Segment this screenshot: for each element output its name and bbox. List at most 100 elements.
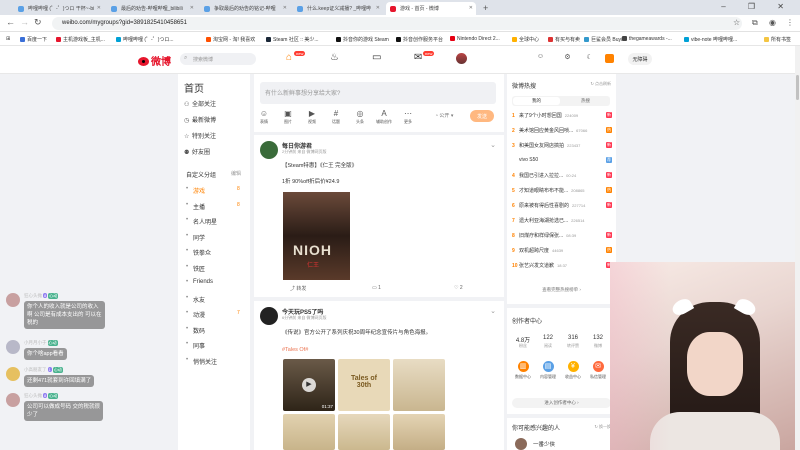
nav-group-item[interactable]: • 数码 [186,326,205,335]
browser-tab-active[interactable]: 游戏 - 首页 - 微博 ✕ [386,2,476,15]
custom-group-edit[interactable]: 编辑 [231,170,241,177]
nav-group-item[interactable]: • 游戏 [186,186,205,195]
hot-icon[interactable]: ♨ [330,52,339,63]
video-icon[interactable]: ▭ [372,52,381,63]
nav-group-item[interactable]: • 悄悄关注 [186,357,217,366]
chevron-down-icon[interactable]: ⌄ [490,307,496,315]
browser-tab[interactable]: 最后的劝告-哔哩哔哩_bilibili ✕ [107,2,197,15]
bookmark-star-icon[interactable]: ☆ [733,18,740,27]
hot-search-item[interactable]: 2 美术馆回应黄金风回唢... 67066 热 [512,127,612,134]
content-manage-button[interactable]: ▤ 内容管理 [537,361,559,380]
bookmark-item[interactable]: 巨鲨会员 Buyin [584,36,625,43]
send-button[interactable]: 发送 [470,110,494,122]
home-icon[interactable]: ⌂ [286,52,292,63]
more-tool[interactable]: ⋯ 更多 [398,109,418,125]
person-avatar[interactable] [515,438,527,450]
close-tab-icon[interactable]: ✕ [469,5,473,11]
author-avatar[interactable] [260,307,278,325]
nav-latest[interactable]: ◷ 最新微博 [184,115,216,124]
browser-tab[interactable]: 什么.keep证义减播? _哔哩哔 ✕ [293,2,383,15]
bookmark-item[interactable]: vibe-note 哔哩哔哩... [684,36,737,43]
emoji-icon[interactable]: ☺ [535,53,546,64]
accessibility-button[interactable]: 无障碍 [628,53,652,65]
close-tab-icon[interactable]: ✕ [97,5,101,11]
theme-icon[interactable]: ☾ [584,53,595,64]
hot-search-item[interactable]: 4 我国已引进入拉拉... 00:24 新 [512,172,612,179]
nav-friends[interactable]: ⚉ 好友圈 [184,147,210,156]
reload-icon[interactable]: ↻ [34,17,42,28]
hot-search-item[interactable]: vivo S50 荐 [512,157,612,163]
page-scrollbar[interactable] [795,46,800,450]
bookmark-item[interactable]: Nintendo Direct 2... [450,36,500,42]
post-image[interactable]: Tales of 30th [338,359,390,411]
browser-tab[interactable]: 哔哩哔哩 (゜-゜)つロ 干杯~-bi ✕ [14,2,104,15]
chevron-down-icon[interactable]: ⌄ [490,141,496,149]
hot-search-item[interactable]: 6 原来被有得后性喜剧的 227714 新 [512,202,612,209]
video-tool[interactable]: ▶ 视频 [302,109,322,125]
nav-group-item[interactable]: • 同学 [186,233,205,242]
play-icon[interactable]: ▶ [302,378,316,392]
nav-all-follow[interactable]: ⚇ 全部关注 [184,99,216,108]
all-bookmarks[interactable]: 所有书签 [764,36,791,43]
weibo-logo[interactable]: 微博 [138,53,171,68]
back-icon[interactable]: ← [6,17,15,27]
post-image[interactable] [338,414,390,450]
window-controls[interactable]: ‒ ❐ ✕ [721,2,794,11]
video-thumbnail[interactable]: ▶ 01:37 [283,359,335,411]
nav-group-item[interactable]: • 动漫 [186,310,205,319]
settings-icon[interactable]: ⚙ [562,53,573,64]
bookmark-item[interactable]: 淘宝网 - 淘! 我喜欢 [206,36,255,43]
data-center-button[interactable]: ▥ 数据中心 [512,361,534,380]
url-input[interactable]: weibo.com/mygroups?gid=3891825410458651 [52,17,742,30]
tab-mine[interactable]: 我的 [513,97,560,105]
topic-tool[interactable]: # 话题 [326,109,346,125]
nav-group-item[interactable]: • 水友 [186,295,205,304]
scrollbar-thumb[interactable] [796,75,799,100]
bookmark-item[interactable]: thegameawards -... [622,36,672,42]
close-tab-icon[interactable]: ✕ [283,5,287,11]
apps-icon[interactable]: ⊞ [6,36,10,42]
bookmark-item[interactable]: Steam 社区 :: 美少... [266,36,319,43]
hot-search-item[interactable]: 8 旧煤疗和样绿保张... 08:39 新 [512,232,612,239]
post-image[interactable] [393,359,445,411]
hot-search-item[interactable]: 3 和美国女友网店搞拍 223437 新 [512,142,612,149]
enter-creator-center-button[interactable]: 进入创作者中心 › [512,398,611,408]
nav-group-item[interactable]: • 同事 [186,341,205,350]
change-button[interactable]: ↻ 换一换 [595,424,611,430]
bookmark-item[interactable]: 主机游戏板_主机... [56,36,105,43]
post-image[interactable] [393,414,445,450]
browser-tab[interactable]: 争取最后的劝告的铭记-哔哩 ✕ [200,2,290,15]
income-center-button[interactable]: ¥ 收益中心 [562,361,584,380]
new-tab-icon[interactable]: + [483,3,488,13]
person-name[interactable]: 一番少侠 [533,440,555,448]
hot-search-item[interactable]: 9 双机超跨尺度 44639 热 [512,247,612,254]
ai-tool[interactable]: A 辅助创作 [374,109,394,125]
message-icon[interactable]: ✉ [414,52,422,63]
refresh-button[interactable]: ↻ 点击刷新 [591,81,611,87]
profile-icon[interactable]: ◉ [769,18,776,27]
hot-search-item[interactable]: 1 来了9个小时想回国 224009 新 [512,112,612,119]
article-tool[interactable]: ◎ 头条 [350,109,370,125]
hot-search-item[interactable]: 7 遗大利亚海湖抢选已... 226514 [512,217,612,224]
menu-icon[interactable]: ⋮ [786,18,794,27]
bookmark-item[interactable]: 有买与有卖 [548,36,580,43]
nav-group-item[interactable]: • 名人明星 [186,217,217,226]
post-image[interactable] [283,414,335,450]
hot-search-item[interactable]: 10张艺兴发文道歉 18:37 新 [512,262,612,269]
bookmark-item[interactable]: 全球中心 [512,36,539,43]
close-tab-icon[interactable]: ✕ [376,5,380,11]
hot-search-item[interactable]: 5 才知道眼睛布布不能... 208865 热 [512,187,612,194]
nav-group-item[interactable]: • 铁拳众 [186,248,211,257]
bookmark-item[interactable]: 哔哩哔哩 (゜-゜)つロ... [116,36,174,43]
nav-special[interactable]: ☆ 特别关注 [184,131,216,140]
dm-manage-button[interactable]: ✉ 私信管理 [587,361,609,380]
search-input[interactable]: ⌕ 搜索微博 [180,53,256,65]
post-hashtag[interactable]: #Tales Of# [282,347,308,353]
nav-group-item[interactable]: • 铁匠 [186,264,205,273]
nav-group-item[interactable]: • Friends [186,279,213,285]
tab-hot[interactable]: 热搜 [561,98,610,104]
extensions-icon[interactable]: ⧉ [752,18,758,28]
share-button[interactable]: ⤴ 转发 [290,285,306,292]
author-avatar[interactable] [260,141,278,159]
post-image[interactable]: NIOH 仁王 [283,192,350,280]
